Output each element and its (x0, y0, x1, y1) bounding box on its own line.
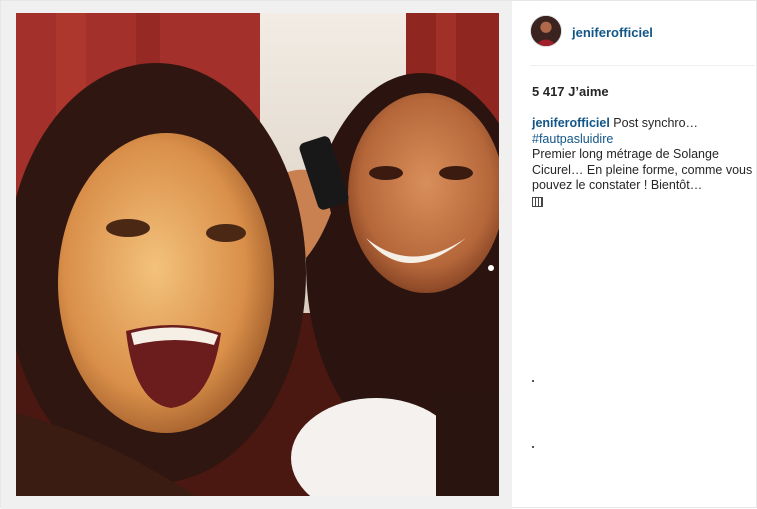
profile-avatar[interactable] (530, 15, 562, 47)
hashtag-link[interactable]: #fautpasluidire (532, 132, 754, 148)
avatar-image (531, 16, 561, 46)
clapperboard-icon (532, 196, 543, 207)
media-area (1, 1, 512, 509)
post-photo[interactable] (16, 13, 499, 496)
separator-dot (532, 380, 534, 382)
caption-body: Premier long métrage de Solange Cicurel…… (532, 147, 753, 192)
caption-username-link[interactable]: jeniferofficiel (532, 116, 610, 130)
photo-illustration (16, 13, 499, 496)
post-sidebar: jeniferofficiel 5 417 J’aime jeniferoffi… (512, 1, 757, 509)
likes-count[interactable]: 5 417 J’aime (532, 84, 609, 99)
instagram-post-embed: jeniferofficiel 5 417 J’aime jeniferoffi… (0, 0, 757, 509)
username-link[interactable]: jeniferofficiel (572, 25, 653, 40)
post-header: jeniferofficiel (530, 15, 755, 66)
caption-first-line: Post synchro… (613, 116, 699, 130)
separator-dot (532, 446, 534, 448)
post-caption: jeniferofficiel Post synchro… #fautpaslu… (532, 116, 754, 211)
